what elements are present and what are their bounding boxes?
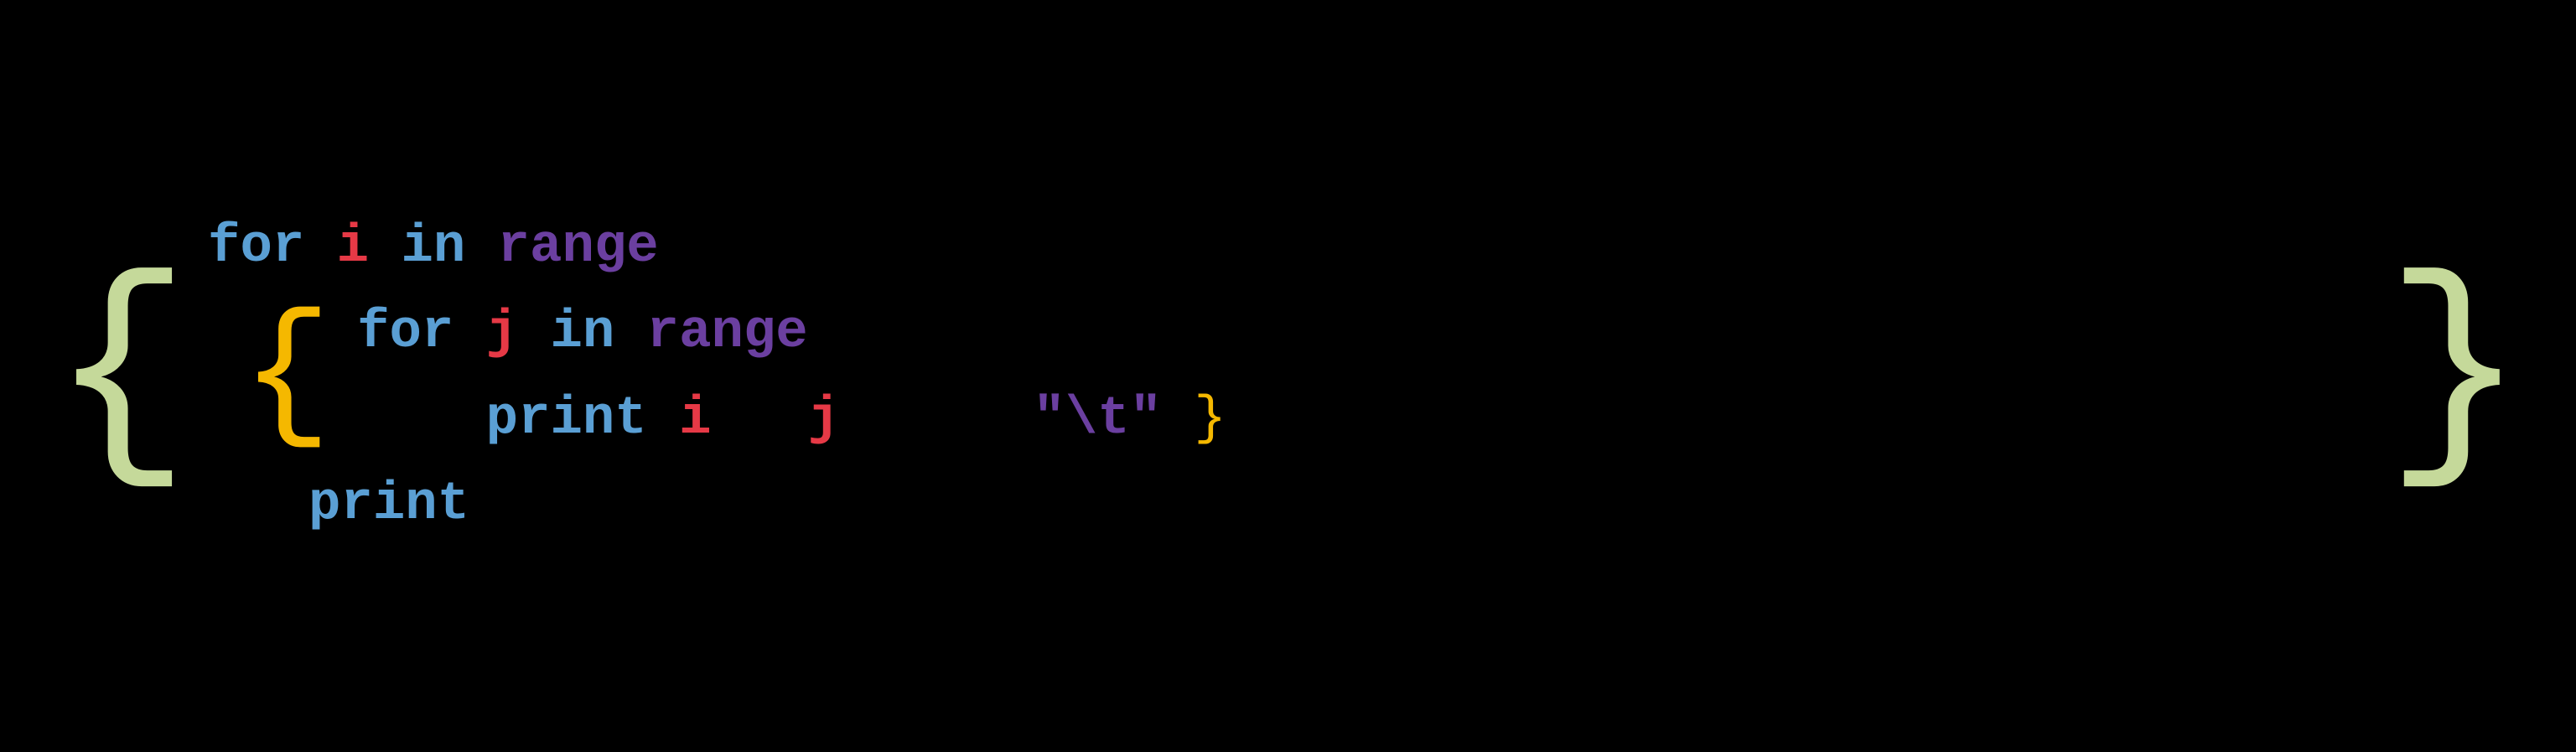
- keyword-for: for: [357, 290, 454, 376]
- string-literal: "\t": [1033, 376, 1162, 462]
- keyword-range: range: [647, 290, 808, 376]
- keyword-print: print: [308, 462, 469, 547]
- inner-brace-close: }: [1194, 376, 1226, 462]
- keyword-for: for: [208, 205, 304, 290]
- outer-brace-open: {: [50, 196, 191, 557]
- variable-i: i: [337, 205, 369, 290]
- keyword-in: in: [550, 290, 614, 376]
- inner-body: for j in range print i j "\t" }: [332, 290, 1226, 462]
- code-line-4: print: [308, 462, 1226, 547]
- keyword-in: in: [401, 205, 465, 290]
- outer-brace-close: }: [2385, 196, 2526, 557]
- code-line-3: print i j "\t" }: [357, 376, 1226, 462]
- variable-j: j: [808, 376, 840, 462]
- inner-block: { for j in range print i j "\t" }: [241, 290, 1226, 462]
- keyword-range: range: [498, 205, 659, 290]
- inner-brace-open: {: [241, 290, 332, 462]
- code-block: { for i in range { for j in range print: [50, 196, 2526, 557]
- variable-i: i: [679, 376, 711, 462]
- code-line-2: for j in range: [357, 290, 1226, 376]
- variable-j: j: [486, 290, 518, 376]
- code-body: for i in range { for j in range print i …: [191, 196, 1243, 557]
- code-line-1: for i in range: [208, 205, 1226, 290]
- keyword-print: print: [486, 376, 647, 462]
